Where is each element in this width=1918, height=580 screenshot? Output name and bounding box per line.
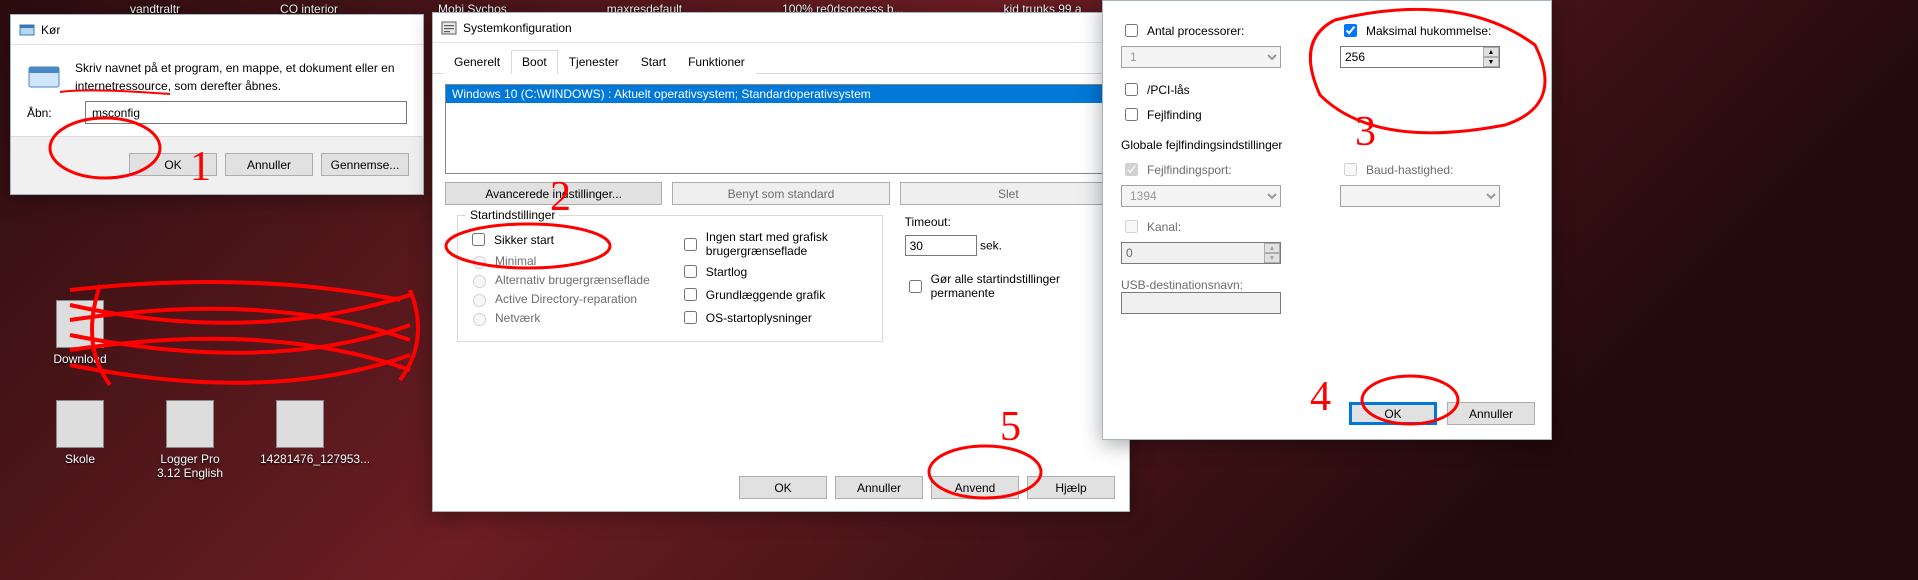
radio-label: Netværk: [495, 311, 540, 325]
boot-os-list[interactable]: Windows 10 (C:\WINDOWS) : Aktuelt operat…: [445, 84, 1117, 174]
msconfig-title: Systemkonfiguration: [463, 21, 572, 35]
osbootinfo-checkbox[interactable]: OS-startoplysninger: [680, 308, 872, 327]
safe-minimal-radio: Minimal: [468, 253, 660, 269]
desktop-icon-label: 14281476_127953...: [260, 452, 340, 466]
spin-down-button[interactable]: ▼: [1483, 57, 1499, 67]
boot-options-group-label: Startindstillinger: [466, 208, 559, 222]
baud-select: [1340, 185, 1500, 207]
run-open-label: Åbn:: [27, 106, 75, 120]
msconfig-tabs: Generelt Boot Tjenester Start Funktioner: [433, 43, 1129, 74]
delete-button: Slet: [900, 182, 1117, 205]
msconfig-icon: [441, 20, 457, 36]
advanced-options-button[interactable]: Avancerede indstillinger...: [445, 182, 662, 205]
numproc-label: Antal processorer:: [1147, 24, 1244, 38]
desktop-icon-label: Skole: [40, 452, 120, 466]
channel-label: Kanal:: [1147, 220, 1181, 234]
run-prompt: Skriv navnet på et program, en mappe, et…: [75, 59, 407, 95]
boot-advanced-dialog: Antal processorer: 1 Maksimal hukommelse…: [1102, 0, 1552, 440]
chk-label: Ingen start med grafisk brugergrænseflad…: [706, 230, 872, 258]
run-title: Kør: [41, 23, 60, 37]
usb-target-label: USB-destinationsnavn:: [1121, 278, 1533, 292]
run-dialog: Kør Skriv navnet på et program, en mappe…: [10, 14, 424, 195]
safe-adrepair-radio: Active Directory-reparation: [468, 291, 660, 307]
safe-altshell-radio: Alternativ brugergrænseflade: [468, 272, 660, 288]
bootlog-checkbox[interactable]: Startlog: [680, 262, 872, 281]
msconfig-help-button[interactable]: Hjælp: [1027, 476, 1115, 499]
chk-label: OS-startoplysninger: [706, 311, 812, 325]
baud-label: Baud-hastighed:: [1366, 163, 1453, 177]
debugport-checkbox: Fejlfindingsport:: [1121, 160, 1314, 179]
msconfig-cancel-button[interactable]: Annuller: [835, 476, 923, 499]
timeout-label: Timeout:: [905, 215, 1117, 229]
tab-boot[interactable]: Boot: [511, 50, 558, 74]
msconfig-ok-button[interactable]: OK: [739, 476, 827, 499]
chk-label: Startlog: [706, 265, 747, 279]
tab-services[interactable]: Tjenester: [558, 50, 630, 74]
spin-down-button: ▼: [1264, 253, 1280, 263]
run-cancel-button[interactable]: Annuller: [225, 153, 313, 176]
radio-label: Alternativ brugergrænseflade: [495, 273, 650, 287]
safe-network-radio: Netværk: [468, 310, 660, 326]
desktop-icon-label: Download: [40, 352, 120, 366]
run-open-input[interactable]: [85, 101, 407, 124]
channel-input: [1121, 242, 1281, 264]
msconfig-dialog: Systemkonfiguration Generelt Boot Tjenes…: [432, 12, 1130, 512]
maxmem-input[interactable]: [1340, 46, 1500, 68]
maxmem-checkbox[interactable]: Maksimal hukommelse:: [1340, 21, 1533, 40]
adv-ok-button[interactable]: OK: [1349, 402, 1437, 425]
debugport-select: 1394: [1121, 185, 1281, 207]
run-browse-button[interactable]: Gennemse...: [321, 153, 409, 176]
timeout-input[interactable]: [905, 235, 977, 256]
timeout-unit: sek.: [980, 239, 1002, 253]
msconfig-titlebar[interactable]: Systemkonfiguration: [433, 13, 1129, 43]
image-icon: [276, 400, 324, 448]
run-titlebar[interactable]: Kør: [11, 15, 423, 45]
desktop-icon-label: Logger Pro 3.12 English: [150, 452, 230, 481]
desktop-icon[interactable]: 14281476_127953...: [260, 400, 340, 466]
safe-boot-label: Sikker start: [494, 233, 554, 247]
folder-icon: [56, 400, 104, 448]
msconfig-apply-button[interactable]: Anvend: [931, 476, 1019, 499]
pcilock-checkbox[interactable]: /PCI-lås: [1121, 80, 1533, 99]
debug-checkbox[interactable]: Fejlfinding: [1121, 105, 1533, 124]
numproc-checkbox[interactable]: Antal processorer:: [1121, 21, 1314, 40]
make-permanent-checkbox[interactable]: Gør alle startindstillinger permanente: [905, 272, 1117, 300]
spin-up-button: ▲: [1264, 243, 1280, 253]
debug-label: Fejlfinding: [1147, 108, 1202, 122]
app-icon: [166, 400, 214, 448]
no-gui-boot-checkbox[interactable]: Ingen start med grafisk brugergrænseflad…: [680, 230, 872, 258]
tab-general[interactable]: Generelt: [443, 50, 511, 74]
spin-up-button[interactable]: ▲: [1483, 47, 1499, 57]
adv-cancel-button[interactable]: Annuller: [1447, 402, 1535, 425]
debugport-label: Fejlfindingsport:: [1147, 163, 1232, 177]
global-debug-header: Globale fejlfindingsindstillinger: [1121, 138, 1533, 152]
numproc-select: 1: [1121, 46, 1281, 68]
run-large-icon: [27, 59, 63, 95]
maxmem-label: Maksimal hukommelse:: [1366, 24, 1491, 38]
desktop-icon[interactable]: Logger Pro 3.12 English: [150, 400, 230, 481]
basevideo-checkbox[interactable]: Grundlæggende grafik: [680, 285, 872, 304]
boot-os-entry[interactable]: Windows 10 (C:\WINDOWS) : Aktuelt operat…: [446, 85, 1116, 103]
chk-label: Gør alle startindstillinger permanente: [931, 272, 1117, 300]
run-ok-button[interactable]: OK: [129, 153, 217, 176]
safe-boot-checkbox[interactable]: Sikker start: [468, 230, 660, 249]
run-icon: [19, 22, 35, 38]
pcilock-label: /PCI-lås: [1147, 83, 1190, 97]
baud-checkbox: Baud-hastighed:: [1340, 160, 1533, 179]
chk-label: Grundlæggende grafik: [706, 288, 825, 302]
radio-label: Minimal: [495, 254, 536, 268]
folder-icon: [56, 300, 104, 348]
tab-tools[interactable]: Funktioner: [677, 50, 756, 74]
set-default-button: Benyt som standard: [672, 182, 889, 205]
usb-target-input: [1121, 292, 1281, 314]
radio-label: Active Directory-reparation: [495, 292, 637, 306]
desktop-icon[interactable]: Download: [40, 300, 120, 366]
channel-checkbox: Kanal:: [1121, 217, 1533, 236]
tab-startup[interactable]: Start: [630, 50, 677, 74]
desktop-icon[interactable]: Skole: [40, 400, 120, 466]
